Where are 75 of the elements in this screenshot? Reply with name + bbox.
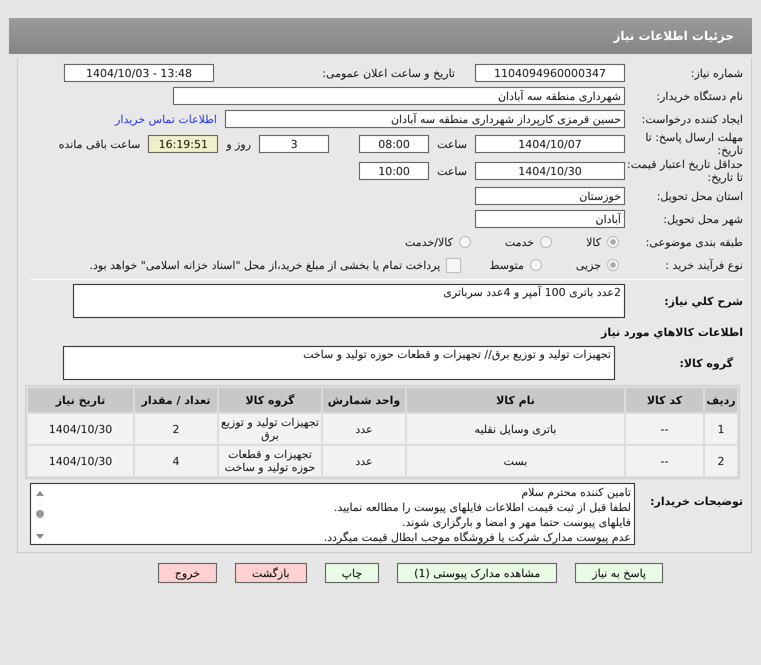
radio-button[interactable] [607, 259, 619, 271]
radio-label: کالا [586, 236, 601, 248]
remaining-label: ساعت باقی مانده [58, 138, 140, 150]
table-cell: تجهیزات و قطعات حوزه تولید و ساخت [219, 446, 321, 476]
table-cell: 1404/10/30 [28, 414, 133, 444]
city-field[interactable]: آبادان [475, 210, 625, 228]
field-label: نام دستگاه خریدار: [655, 90, 743, 102]
table-cell: 1404/10/30 [28, 446, 133, 476]
table-cell: تجهیزات تولید و توزیع برق [219, 414, 321, 444]
column-header: ردیف [705, 388, 737, 412]
radio-button[interactable] [607, 236, 619, 248]
field-label: شماره نیاز: [690, 66, 743, 80]
section-heading: اطلاعات كالاهاي مورد نياز [601, 326, 743, 338]
announce-date-field[interactable]: 1404/10/03 - 13:48 [64, 64, 214, 82]
radio-label: متوسط [489, 258, 524, 272]
table-cell: عدد [323, 446, 405, 476]
action-button[interactable]: چاپ [324, 563, 380, 583]
scrollbar-icon[interactable] [34, 490, 46, 540]
table-cell: -- [626, 446, 703, 476]
date-field[interactable]: 1404/10/30 [475, 162, 625, 180]
days-label: روز و [226, 138, 252, 150]
table-cell: عدد [323, 414, 405, 444]
table-cell: 2 [705, 446, 737, 476]
time-field[interactable]: 10:00 [359, 162, 430, 180]
goods-group-field[interactable]: تجهیزات تولید و توزیع برق// تجهیزات و قطعات حوزه تولید و ساخت [63, 346, 615, 380]
action-button[interactable]: بازگشت [235, 563, 307, 583]
table-cell: بست [407, 446, 624, 476]
radio-label: کالا/خدمت [405, 236, 453, 248]
time-label: ساعت [437, 138, 467, 150]
field-label: حداقل تاریخ اعتبار قیمت: تا تاریخ: [626, 158, 743, 184]
time-field[interactable]: 08:00 [359, 135, 430, 153]
days-field[interactable]: 3 [259, 135, 330, 153]
column-header: گروه کالا [219, 388, 321, 412]
column-header: کد کالا [626, 388, 703, 412]
field-label: مهلت ارسال پاسخ: تا تاریخ: [644, 131, 743, 157]
page-title: جزئیات اطلاعات نیاز [613, 29, 734, 43]
buyer-field[interactable]: شهرداری منطقه سه آبادان [173, 87, 625, 105]
field-label: استان محل تحویل: [656, 190, 743, 202]
field-label: شهر محل تحویل: [662, 212, 743, 226]
field-label: نوع فرآیند خرید : [664, 258, 743, 272]
table-cell: 2 [135, 414, 217, 444]
table-cell: -- [626, 414, 703, 444]
checkbox-label: پرداخت تمام یا بخشی از مبلغ خرید،از محل "اسناد خزانه اسلامی" خواهد بود. [90, 258, 440, 272]
buyer-contact-link[interactable]: اطلاعات تماس خریدار [115, 112, 217, 126]
table-cell: 1 [705, 414, 737, 444]
table-cell: باتری وسایل نقلیه [407, 414, 624, 444]
column-header: تاریخ نیاز [28, 388, 133, 412]
requester-field[interactable]: حسین قرمزی کارپرداز شهرداری منطقه سه آبادان [225, 110, 625, 128]
field-label: شرح کلي نياز: [663, 294, 743, 308]
checkbox[interactable] [446, 258, 462, 272]
notes-text: تامین کننده محترم سلام لطفا قبل از ثبت قیمت اطلاعات فایلهای پیوست را مطالعه نمایید. فایلهای پیوست حتما مهر و امضا و بارگزاری شوند. عدم پیوست مدارک شرکت یا فروشگاه موجب ابطال قیمت میگردد. [322, 485, 631, 545]
notes-field[interactable]: تامین کننده محترم سلام لطفا قبل از ثبت قیمت اطلاعات فایلهای پیوست را مطالعه نمایید. فایلهای پیوست حتما مهر و امضا و بارگزاری شوند. عدم پیوست مدارک شرکت یا فروشگاه موجب ابطال قیمت میگردد. [30, 483, 635, 545]
table-cell: 4 [135, 446, 217, 476]
field-label: تاریخ و ساعت اعلان عمومی: [321, 66, 455, 80]
radio-button[interactable] [458, 236, 471, 248]
time-label: ساعت [437, 164, 467, 178]
province-field[interactable]: خوزستان [475, 187, 625, 205]
field-label: ایجاد کننده درخواست: [640, 112, 743, 126]
remaining-time-field: 16:19:51 [148, 135, 218, 153]
column-header: واحد شمارش [323, 388, 405, 412]
radio-label: خدمت [504, 236, 534, 248]
field-label: گروه کالا: [678, 356, 734, 370]
radio-label: جزیی [576, 258, 601, 272]
action-button[interactable]: خروج [158, 563, 218, 583]
action-button[interactable]: مشاهده مدارک پیوستی (1) [397, 563, 558, 583]
description-field[interactable]: 2عدد باتری 100 آمپر و 4عدد سرباتری [73, 284, 625, 318]
column-header: نام کالا [407, 388, 624, 412]
date-field[interactable]: 1404/10/07 [475, 135, 625, 153]
field-label: طبقه بندی موضوعی: [644, 236, 743, 248]
radio-button[interactable] [530, 259, 542, 271]
action-button[interactable]: پاسخ به نیاز [575, 563, 663, 583]
need-number-field[interactable]: 1104094960000347 [475, 64, 625, 82]
column-header: تعداد / مقدار [135, 388, 217, 412]
radio-button[interactable] [540, 236, 552, 248]
field-label: توضیحات خریدار: [649, 494, 743, 508]
